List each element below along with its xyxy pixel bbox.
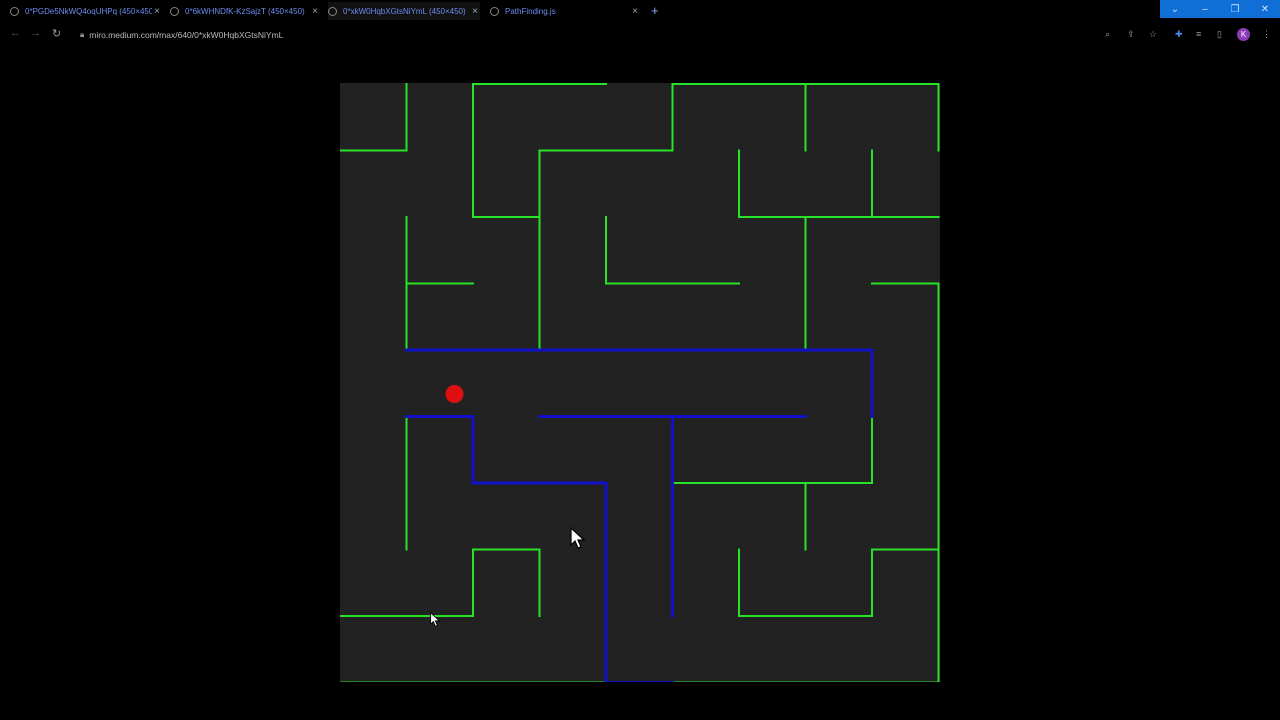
maze-image [340, 83, 940, 682]
tab-1[interactable]: 0*PGDe5NkWQ4oqUHPq (450×450) × [10, 2, 162, 20]
zoom-icon[interactable]: ⌕ [1105, 29, 1110, 40]
globe-icon [328, 6, 337, 16]
chevron-down-icon[interactable]: ⌄ [1160, 0, 1190, 18]
list-icon[interactable]: ≡ [1196, 29, 1201, 39]
tab-3[interactable]: 0*xkW0HqbXGtsNiYmL (450×450) × [328, 2, 480, 20]
avatar[interactable]: K [1237, 28, 1250, 41]
arrow-right-icon[interactable]: → [30, 27, 41, 39]
tab-title: PathFinding.js [505, 6, 556, 16]
new-tab-button[interactable]: + [651, 3, 659, 18]
restore-icon[interactable]: ❐ [1220, 0, 1250, 18]
mouse-cursor-icon [570, 527, 586, 549]
close-icon[interactable]: × [470, 6, 480, 17]
globe-icon [490, 6, 499, 16]
tab-2[interactable]: 0*6kWHNDfK-KzSajzT (450×450) × [170, 2, 320, 20]
maze-background [340, 83, 940, 682]
reload-icon[interactable]: ↻ [52, 27, 61, 40]
close-icon[interactable]: × [310, 6, 320, 17]
globe-icon [10, 6, 19, 16]
url-field[interactable]: 🔒︎ miro.medium.com/max/640/0*xkW0HqbXGts… [80, 26, 1090, 43]
share-icon[interactable]: ⇪ [1127, 29, 1135, 40]
arrow-left-icon[interactable]: ← [10, 27, 21, 39]
close-window-icon[interactable]: ✕ [1250, 0, 1280, 18]
star-icon[interactable]: ☆ [1149, 29, 1157, 40]
url-text: miro.medium.com/max/640/0*xkW0HqbXGtsNiY… [89, 29, 284, 40]
agent-dot [445, 385, 464, 403]
tab-title: 0*xkW0HqbXGtsNiYmL (450×450) [343, 6, 466, 16]
tab-title: 0*6kWHNDfK-KzSajzT (450×450) [185, 6, 305, 16]
lock-icon: 🔒︎ [80, 29, 85, 39]
globe-icon [170, 6, 179, 16]
address-bar: ← → ↻ 🔒︎ miro.medium.com/max/640/0*xkW0H… [0, 24, 1280, 46]
kebab-menu-icon[interactable]: ⋮ [1262, 29, 1271, 40]
tab-strip: 0*PGDe5NkWQ4oqUHPq (450×450) × 0*6kWHNDf… [0, 0, 1280, 22]
side-panel-icon[interactable]: ▯ [1217, 29, 1222, 40]
close-icon[interactable]: × [152, 6, 162, 17]
minimize-icon[interactable]: – [1190, 0, 1220, 18]
mouse-cursor-icon [430, 612, 441, 627]
tab-title: 0*PGDe5NkWQ4oqUHPq (450×450) [25, 6, 152, 16]
window-controls: ⌄ – ❐ ✕ [1160, 0, 1280, 20]
tab-4[interactable]: PathFinding.js × [490, 2, 640, 20]
puzzle-icon[interactable]: ✚ [1175, 29, 1183, 40]
close-icon[interactable]: × [630, 6, 640, 17]
